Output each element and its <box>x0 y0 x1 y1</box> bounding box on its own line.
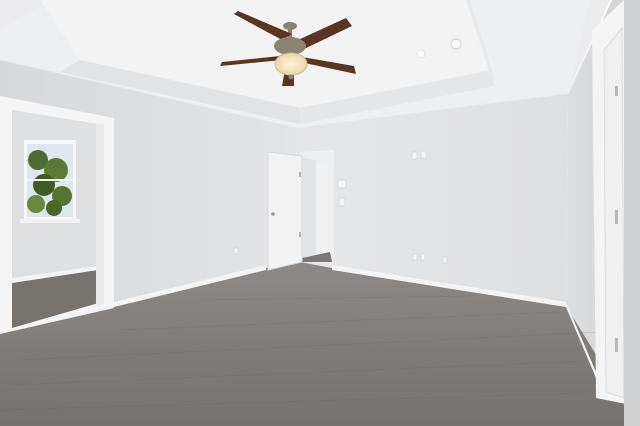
recessed-light-icon <box>416 49 426 59</box>
right-door-slab[interactable] <box>603 26 625 399</box>
door-hinge-icon <box>615 210 618 224</box>
outlet-icon <box>411 151 418 160</box>
right-wall-edge <box>624 0 640 426</box>
right-door <box>592 0 626 404</box>
outlet-icon <box>233 247 239 255</box>
door-hinge-icon <box>299 172 301 177</box>
door-hinge-icon <box>615 338 618 352</box>
fan-finial <box>288 74 294 80</box>
bedroom-door-open[interactable] <box>267 151 303 271</box>
fan-light-bowl <box>274 52 308 76</box>
hall-inner-wall <box>302 158 316 258</box>
hallway-door-opening <box>300 150 334 262</box>
window-sill <box>20 219 80 223</box>
thermostat-icon <box>337 179 347 189</box>
door-hinge-icon <box>615 86 618 96</box>
doorway-jamb <box>96 123 104 306</box>
light-switch-icon[interactable] <box>338 197 346 207</box>
fan-motor <box>274 37 306 55</box>
door-hinge-icon <box>299 232 301 237</box>
left-doorway <box>0 96 114 334</box>
outlet-icon <box>412 253 418 261</box>
outlet-icon <box>420 253 426 261</box>
room-illustration <box>0 0 640 426</box>
door-knob[interactable] <box>271 212 275 216</box>
outlet-icon <box>420 150 427 159</box>
outlet-icon <box>442 256 448 264</box>
room-photo <box>0 0 640 426</box>
hall-far-door[interactable] <box>316 164 330 252</box>
fan-canopy <box>283 22 297 30</box>
smoke-detector-icon <box>450 38 462 50</box>
